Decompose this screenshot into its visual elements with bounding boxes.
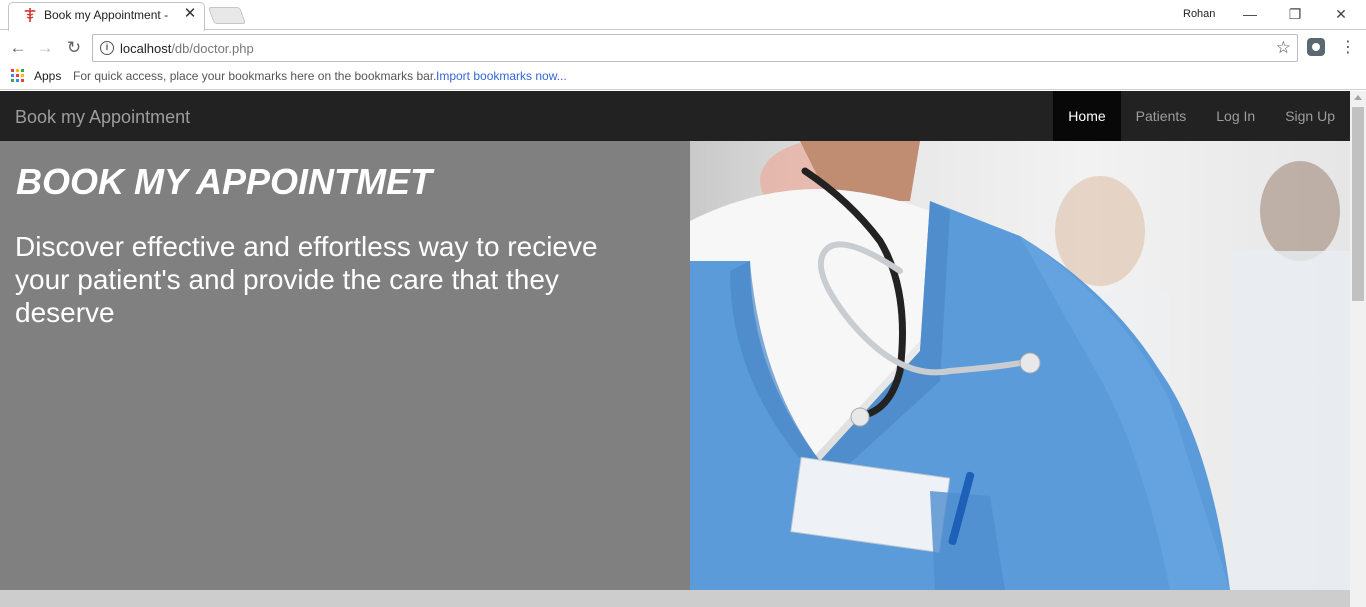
close-window-icon[interactable]: ✕ [1329, 4, 1353, 24]
profile-name[interactable]: Rohan [1183, 8, 1215, 20]
hero-title: BOOK MY APPOINTMET [16, 161, 433, 202]
bookmark-star-icon[interactable]: ☆ [1276, 38, 1291, 58]
new-tab-button[interactable] [207, 7, 247, 24]
url-text[interactable]: localhost/db/doctor.php [120, 41, 254, 56]
site-brand[interactable]: Book my Appointment [15, 107, 190, 128]
address-bar[interactable]: i localhost/db/doctor.php ☆ [92, 34, 1298, 62]
doctor-image [690, 141, 1350, 590]
menu-icon[interactable]: ⋮ [1340, 37, 1356, 57]
page-viewport: Book my Appointment Home Patients Log In… [0, 91, 1350, 607]
scroll-up-icon[interactable] [1354, 95, 1362, 100]
nav-sign-up[interactable]: Sign Up [1270, 91, 1350, 141]
tab-strip: Book my Appointment - ✕ Rohan — ❐ ✕ [0, 0, 1366, 31]
nav-log-in[interactable]: Log In [1201, 91, 1270, 141]
hero-text: Discover effective and effortless way to… [15, 231, 598, 328]
extension-icon[interactable] [1307, 38, 1325, 56]
restore-icon[interactable]: ❐ [1283, 4, 1307, 24]
tab-close-icon[interactable]: ✕ [183, 5, 197, 23]
doctor-illustration [690, 141, 1350, 590]
forward-icon[interactable]: → [34, 37, 56, 59]
import-bookmarks-link[interactable]: Import bookmarks now... [436, 69, 567, 83]
bookmarks-hint: For quick access, place your bookmarks h… [73, 69, 437, 83]
caduceus-icon [24, 8, 36, 22]
nav-home[interactable]: Home [1053, 91, 1121, 141]
scroll-thumb[interactable] [1352, 107, 1364, 301]
site-nav: Home Patients Log In Sign Up [1053, 91, 1350, 141]
back-icon[interactable]: ← [7, 37, 29, 59]
url-host: localhost [120, 41, 172, 56]
hero-panel: BOOK MY APPOINTMET Discover effective an… [0, 141, 690, 590]
bookmarks-bar: Apps For quick access, place your bookma… [0, 65, 1366, 90]
nav-patients[interactable]: Patients [1121, 91, 1202, 141]
site-navbar: Book my Appointment Home Patients Log In… [0, 91, 1350, 141]
minimize-icon[interactable]: — [1238, 4, 1262, 24]
info-icon[interactable]: i [100, 41, 114, 55]
url-path: /db/doctor.php [171, 41, 254, 56]
apps-icon[interactable] [11, 69, 24, 82]
reload-icon[interactable]: ↻ [63, 37, 85, 59]
tab-title: Book my Appointment - [44, 8, 169, 22]
footer-strip [0, 590, 1350, 607]
browser-toolbar: ← → ↻ i localhost/db/doctor.php ☆ ⋮ [0, 31, 1366, 65]
apps-label[interactable]: Apps [34, 69, 61, 83]
page-scrollbar[interactable] [1350, 91, 1366, 607]
